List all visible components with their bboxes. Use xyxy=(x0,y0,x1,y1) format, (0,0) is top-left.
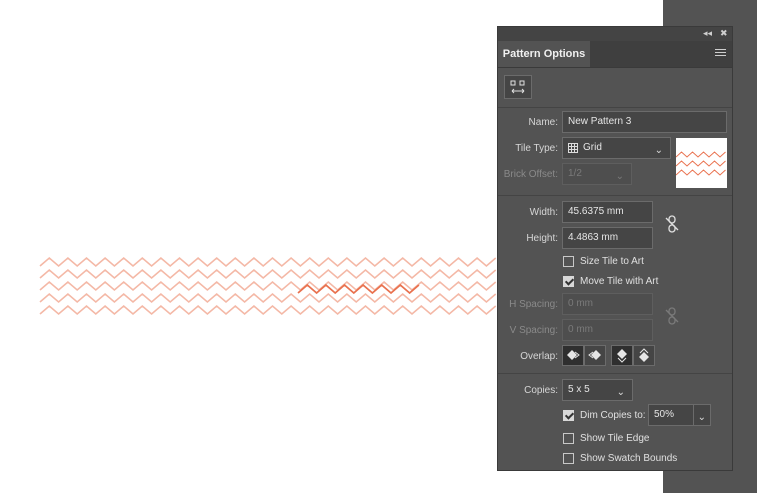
overlap-right-in-front-button[interactable] xyxy=(584,345,606,366)
height-field[interactable]: 4.4863 mm xyxy=(562,227,653,249)
overlap-icon xyxy=(639,348,649,362)
field-separator xyxy=(693,404,694,426)
brick-offset-dropdown[interactable]: 1/2 ⌄ xyxy=(562,163,632,185)
overlap-icon xyxy=(617,349,627,363)
size-tile-to-art-checkbox[interactable] xyxy=(563,256,574,267)
dim-copies-field[interactable]: 50% ⌄ xyxy=(648,404,711,426)
grid-icon xyxy=(568,143,578,153)
height-label: Height: xyxy=(526,233,558,244)
dim-copies-checkbox[interactable] xyxy=(563,410,574,421)
move-tile-with-art-checkbox[interactable] xyxy=(563,276,574,287)
panel-title-strip: ◂◂ ✖ xyxy=(498,27,732,41)
pattern-copy-row xyxy=(39,292,497,304)
chevron-down-icon: ⌄ xyxy=(615,171,624,182)
pattern-swatch-preview xyxy=(675,138,727,188)
preview-zigzag xyxy=(675,151,726,158)
panel-tab-bar: Pattern Options xyxy=(498,41,732,68)
link-icon xyxy=(665,307,679,325)
overlap-icon xyxy=(588,350,601,360)
size-tile-to-art-label: Size Tile to Art xyxy=(580,256,644,267)
chevron-down-icon: ⌄ xyxy=(616,387,625,398)
copies-label: Copies: xyxy=(524,385,558,396)
pattern-source-tile[interactable] xyxy=(297,283,420,295)
overlap-label: Overlap: xyxy=(520,351,558,362)
show-swatch-bounds-checkbox[interactable] xyxy=(563,453,574,464)
tab-pattern-options[interactable]: Pattern Options xyxy=(498,41,590,67)
overlap-bottom-in-front-button[interactable] xyxy=(633,345,655,366)
name-label: Name: xyxy=(528,117,558,128)
swatch-preview-art xyxy=(675,151,726,176)
tile-type-label: Tile Type: xyxy=(515,143,558,154)
h-spacing-field[interactable]: 0 mm xyxy=(562,293,653,315)
overlap-left-in-front-button[interactable] xyxy=(562,345,584,366)
close-icon[interactable]: ✖ xyxy=(720,28,728,39)
panel-menu-icon[interactable] xyxy=(715,49,726,58)
tile-edit-icon xyxy=(510,80,525,94)
copies-dropdown[interactable]: 5 x 5 ⌄ xyxy=(562,379,633,401)
brick-offset-label: Brick Offset: xyxy=(503,169,558,180)
show-tile-edge-checkbox[interactable] xyxy=(563,433,574,444)
chevron-down-icon: ⌄ xyxy=(654,145,663,156)
overlap-icon xyxy=(567,350,580,360)
width-label: Width: xyxy=(529,207,558,218)
show-swatch-bounds-label: Show Swatch Bounds xyxy=(580,453,678,464)
divider xyxy=(498,195,732,196)
pattern-tile-tool-button[interactable] xyxy=(504,75,532,99)
pattern-copy-row xyxy=(39,304,497,316)
copies-value: 5 x 5 xyxy=(568,384,590,395)
tile-type-dropdown[interactable]: Grid ⌄ xyxy=(562,137,671,159)
dim-copies-label: Dim Copies to: xyxy=(580,410,646,421)
pattern-options-panel: ◂◂ ✖ Pattern Options Name: New Pattern 3… xyxy=(497,26,733,471)
dim-copies-value: 50% xyxy=(654,409,675,420)
collapse-icon[interactable]: ◂◂ xyxy=(703,28,712,39)
link-icon[interactable] xyxy=(663,215,681,233)
brick-offset-value: 1/2 xyxy=(568,168,582,179)
overlap-top-in-front-button[interactable] xyxy=(611,345,633,366)
pattern-copy-row xyxy=(39,268,497,280)
preview-zigzag xyxy=(675,169,726,176)
show-tile-edge-label: Show Tile Edge xyxy=(580,433,650,444)
preview-zigzag xyxy=(675,160,726,167)
tile-type-value: Grid xyxy=(583,142,602,153)
h-spacing-label: H Spacing: xyxy=(509,299,558,310)
v-spacing-field[interactable]: 0 mm xyxy=(562,319,653,341)
divider xyxy=(498,373,732,374)
pattern-copy-row xyxy=(39,256,497,268)
v-spacing-label: V Spacing: xyxy=(509,325,558,336)
width-field[interactable]: 45.6375 mm xyxy=(562,201,653,223)
name-field[interactable]: New Pattern 3 xyxy=(562,111,727,133)
move-tile-with-art-label: Move Tile with Art xyxy=(580,276,659,287)
pattern-copy-row xyxy=(39,280,497,292)
chevron-down-icon[interactable]: ⌄ xyxy=(698,408,706,428)
divider xyxy=(498,107,732,108)
